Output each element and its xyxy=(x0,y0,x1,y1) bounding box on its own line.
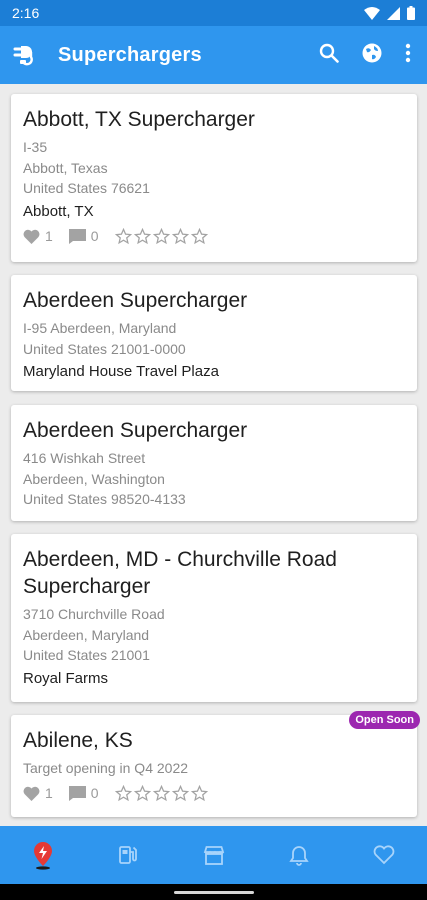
nav-fuel-station-icon[interactable] xyxy=(85,826,170,884)
wifi-icon xyxy=(364,6,380,20)
card-place-name: Maryland House Travel Plaza xyxy=(23,363,219,380)
star-rating[interactable] xyxy=(114,227,208,245)
card-address-line: Target opening in Q4 2022 xyxy=(23,760,189,776)
star-rating[interactable] xyxy=(114,784,208,802)
card-place-name: Abbott, TX xyxy=(23,202,94,220)
charger-plug-icon xyxy=(12,44,46,66)
status-icons xyxy=(364,6,415,20)
battery-icon xyxy=(407,6,415,20)
card-address-line: United States 21001 xyxy=(23,647,150,663)
card-meta: 1 0 xyxy=(23,227,405,245)
more-vert-icon[interactable] xyxy=(405,43,411,68)
heart-icon[interactable] xyxy=(23,229,40,244)
card-address-line: I-95 Aberdeen, Maryland xyxy=(23,320,177,336)
page-title: Superchargers xyxy=(58,43,202,66)
globe-icon[interactable] xyxy=(361,42,383,69)
comments-count: 0 xyxy=(90,228,99,244)
card-address-line: United States 76621 xyxy=(23,180,150,196)
signal-icon xyxy=(387,6,400,20)
list-item-card[interactable]: Open Soon Abilene, KS Target opening in … xyxy=(11,711,420,817)
star-outline-icon xyxy=(152,227,170,244)
card-address-line: 3710 Churchville Road xyxy=(23,606,165,622)
star-outline-icon xyxy=(133,227,151,244)
open-soon-badge: Open Soon xyxy=(349,711,420,729)
home-gesture-handle[interactable] xyxy=(174,891,254,894)
app-bar: Superchargers xyxy=(0,26,427,84)
status-bar: 2:16 xyxy=(0,0,427,26)
star-outline-icon xyxy=(133,784,151,801)
card-title: Aberdeen Supercharger xyxy=(23,419,248,442)
system-gesture-bar xyxy=(0,884,427,900)
card-meta: 1 0 xyxy=(23,784,405,802)
bottom-nav xyxy=(0,826,427,884)
card-address-line: Aberdeen, Washington xyxy=(23,470,165,487)
card-title: Aberdeen Supercharger xyxy=(23,289,248,312)
card-title: Abbott, TX Supercharger xyxy=(23,108,255,131)
card-title: Aberdeen, MD - Churchville Road Supercha… xyxy=(23,548,337,598)
card-address-line: United States 98520-4133 xyxy=(23,491,186,507)
list-item-card[interactable]: Aberdeen Supercharger 416 Wishkah Street… xyxy=(11,405,417,521)
heart-icon[interactable] xyxy=(23,786,40,801)
nav-store-icon[interactable] xyxy=(171,826,256,884)
likes-count: 1 xyxy=(45,228,53,244)
likes-count: 1 xyxy=(45,785,53,801)
list-item-card[interactable]: Aberdeen Supercharger I-95 Aberdeen, Mar… xyxy=(11,275,417,391)
card-address-line: 416 Wishkah Street xyxy=(23,450,146,466)
list-item-card[interactable]: Abbott, TX Supercharger I-35 Abbott, Tex… xyxy=(11,94,417,262)
star-outline-icon xyxy=(190,784,208,801)
card-title: Abilene, KS xyxy=(23,729,133,752)
card-address-line: Abbott, Texas xyxy=(23,159,108,176)
nav-map-pin-icon[interactable] xyxy=(0,826,85,884)
supercharger-list: Abbott, TX Supercharger I-35 Abbott, Tex… xyxy=(0,84,427,826)
card-place-name: Royal Farms xyxy=(23,669,109,687)
star-outline-icon xyxy=(190,227,208,244)
nav-heart-icon[interactable] xyxy=(342,826,427,884)
search-icon[interactable] xyxy=(319,43,339,68)
star-outline-icon xyxy=(171,227,189,244)
nav-bell-icon[interactable] xyxy=(256,826,341,884)
card-address-line: Aberdeen, Maryland xyxy=(23,626,150,643)
status-time: 2:16 xyxy=(12,5,40,21)
comment-icon[interactable] xyxy=(68,228,86,244)
card-address-line: I-35 xyxy=(23,139,48,155)
star-outline-icon xyxy=(152,784,170,801)
list-item-card[interactable]: Aberdeen, MD - Churchville Road Supercha… xyxy=(11,534,417,702)
star-outline-icon xyxy=(114,784,132,801)
star-outline-icon xyxy=(114,227,132,244)
star-outline-icon xyxy=(171,784,189,801)
comment-icon[interactable] xyxy=(68,785,86,801)
comments-count: 0 xyxy=(90,785,99,801)
card-address-line: United States 21001-0000 xyxy=(23,340,186,357)
